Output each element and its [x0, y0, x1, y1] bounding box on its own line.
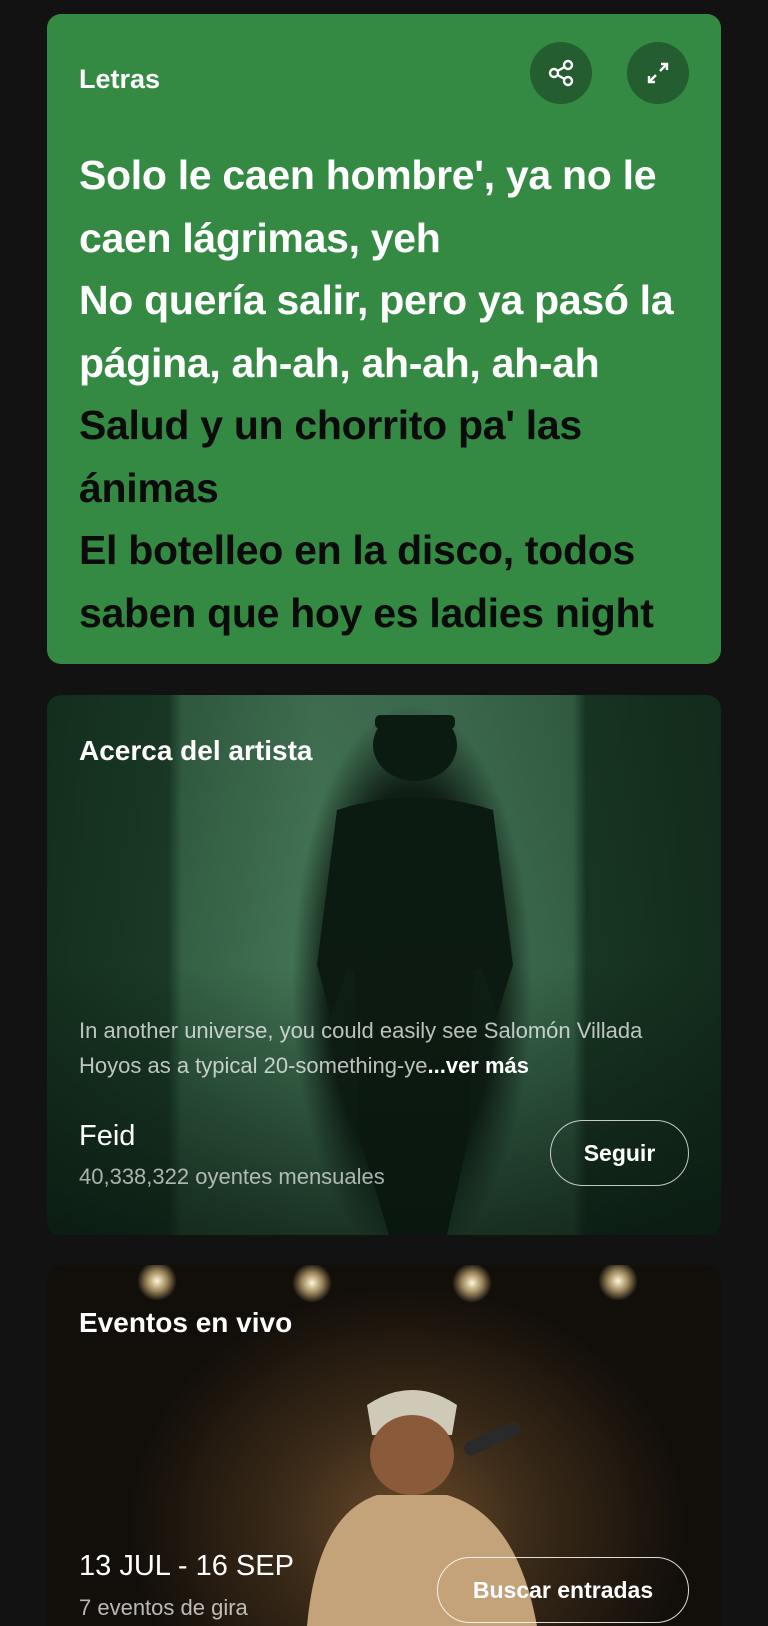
- live-events-card[interactable]: Eventos en vivo 13 JUL - 16 SEP 7 evento…: [47, 1265, 721, 1626]
- expand-icon: [647, 62, 669, 84]
- monthly-listeners: 40,338,322 oyentes mensuales: [79, 1164, 385, 1189]
- about-artist-card[interactable]: Acerca del artista In another universe, …: [47, 695, 721, 1235]
- stage-light: [452, 1265, 492, 1303]
- lyrics-card[interactable]: Letras Solo le caen hombre', ya no le ca…: [47, 14, 721, 664]
- share-button[interactable]: [530, 42, 592, 104]
- lyric-line: Salud y un chorrito pa' las: [79, 402, 582, 448]
- events-dates: 13 JUL - 16 SEP: [79, 1550, 294, 1582]
- stage-light: [137, 1265, 177, 1301]
- section-title: Eventos en vivo: [79, 1307, 293, 1338]
- lyric-line: caen lágrimas, yeh: [79, 214, 441, 261]
- artist-bio[interactable]: In another universe, you could easily se…: [79, 1013, 699, 1083]
- see-more-link[interactable]: ...ver más: [428, 1053, 530, 1078]
- events-count: 7 eventos de gira: [79, 1595, 248, 1620]
- expand-button[interactable]: [627, 42, 689, 104]
- lyrics-text: Solo le caen hombre', ya no le caen lágr…: [79, 144, 699, 644]
- lyric-line: página, ah-ah, ah-ah, ah-ah: [79, 339, 600, 386]
- section-title: Acerca del artista: [79, 735, 313, 766]
- find-tickets-button[interactable]: Buscar entradas: [437, 1557, 689, 1623]
- lyric-line: No quería salir, pero ya pasó la: [79, 277, 674, 323]
- follow-button[interactable]: Seguir: [550, 1120, 689, 1186]
- lyric-line: El botelleo en la disco, todos: [79, 527, 635, 573]
- share-icon: [548, 59, 574, 87]
- artist-bio-text: In another universe, you could easily se…: [79, 1018, 643, 1078]
- stage-light: [292, 1265, 332, 1303]
- lyrics-title: Letras: [79, 64, 161, 94]
- stage-light: [598, 1265, 638, 1301]
- lyric-line: Solo le caen hombre', ya no le: [79, 152, 657, 198]
- lyric-line: saben que hoy es ladies night: [79, 589, 654, 636]
- lyric-line: ánimas: [79, 464, 219, 511]
- artist-name: Feid: [79, 1120, 136, 1152]
